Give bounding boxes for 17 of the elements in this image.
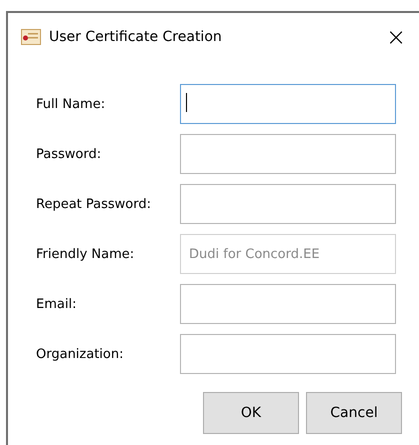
- field-label: Email:: [36, 296, 78, 312]
- cancel-button[interactable]: Cancel: [306, 392, 402, 434]
- input-field[interactable]: [180, 134, 396, 174]
- window-title: User Certificate Creation: [49, 28, 223, 44]
- certificate-icon: [21, 28, 41, 44]
- field-label: Organization:: [36, 346, 124, 362]
- input-field[interactable]: [180, 184, 396, 224]
- text-cursor: [186, 93, 187, 112]
- ok-button[interactable]: OK: [203, 392, 299, 434]
- field-label: Friendly Name:: [36, 246, 136, 262]
- field-label: Repeat Password:: [36, 196, 152, 212]
- field-label: Password:: [36, 146, 102, 162]
- close-button[interactable]: ×: [373, 16, 419, 56]
- field-label: Full Name:: [36, 96, 106, 112]
- input-field[interactable]: [180, 334, 396, 374]
- input-field[interactable]: [180, 284, 396, 324]
- input-field[interactable]: [180, 84, 396, 124]
